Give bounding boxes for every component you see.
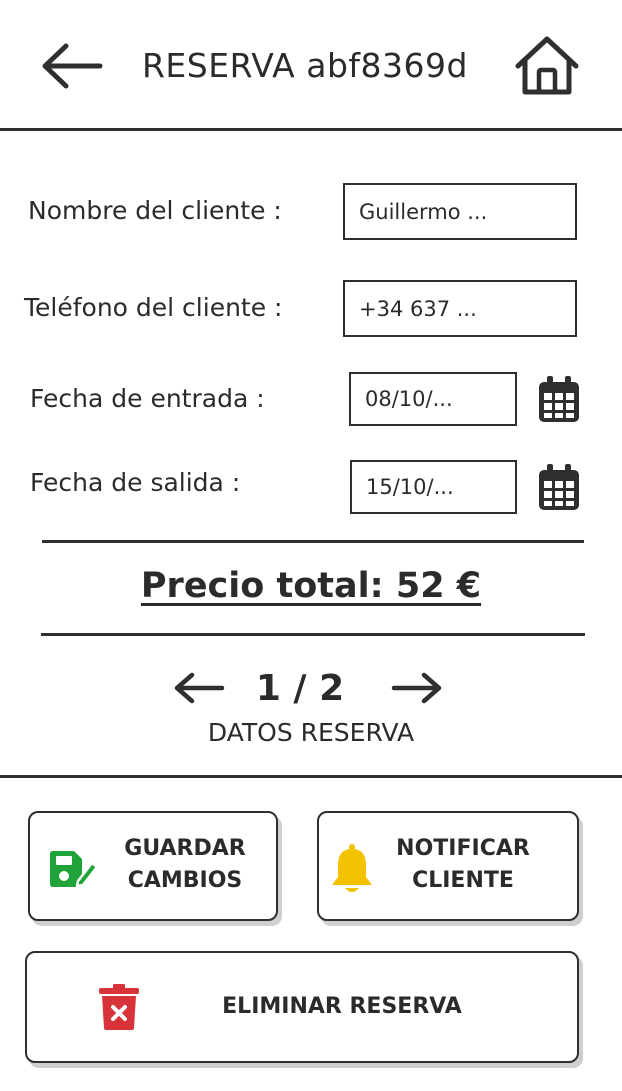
check-out-field[interactable] xyxy=(350,460,517,514)
save-changes-button[interactable]: GUARDAR CAMBIOS xyxy=(28,811,278,921)
pager-indicator: 1 / 2 xyxy=(255,668,345,709)
pager-next-button[interactable] xyxy=(390,670,444,706)
check-in-field[interactable] xyxy=(349,372,517,426)
calendar-icon xyxy=(539,376,579,422)
header-divider xyxy=(0,128,622,131)
total-price-text: Precio total: 52 € xyxy=(140,566,482,606)
client-phone-label: Teléfono del cliente : xyxy=(24,293,283,322)
pager-prev-button[interactable] xyxy=(172,670,226,706)
check-out-calendar-button[interactable] xyxy=(537,462,581,512)
home-icon xyxy=(515,36,579,95)
arrow-right-icon xyxy=(391,672,442,704)
arrow-left-icon xyxy=(174,672,225,704)
page-title: RESERVA abf8369d xyxy=(142,46,468,85)
client-name-field[interactable] xyxy=(343,183,577,240)
total-price: Precio total: 52 € xyxy=(0,566,622,606)
client-name-label: Nombre del cliente : xyxy=(28,196,282,225)
trash-icon xyxy=(99,984,139,1030)
check-in-calendar-button[interactable] xyxy=(537,374,581,424)
bell-icon xyxy=(332,844,372,892)
total-top-divider xyxy=(42,540,584,543)
delete-reservation-label: ELIMINAR RESERVA xyxy=(222,994,462,1019)
save-edit-icon xyxy=(50,851,98,888)
back-button[interactable] xyxy=(38,38,106,94)
delete-reservation-button[interactable]: ELIMINAR RESERVA xyxy=(25,951,579,1063)
save-changes-label: GUARDAR CAMBIOS xyxy=(124,836,246,893)
check-in-input[interactable] xyxy=(365,387,515,411)
pager-section-label: DATOS RESERVA xyxy=(207,718,415,747)
client-phone-field[interactable] xyxy=(343,280,577,337)
arrow-left-icon xyxy=(42,43,103,89)
calendar-icon xyxy=(539,464,579,510)
notify-client-label: NOTIFICAR CLIENTE xyxy=(396,836,530,893)
client-name-input[interactable] xyxy=(359,199,575,224)
notify-client-button[interactable]: NOTIFICAR CLIENTE xyxy=(317,811,579,921)
check-in-label: Fecha de entrada : xyxy=(30,384,265,413)
client-phone-input[interactable] xyxy=(359,296,575,321)
check-out-input[interactable] xyxy=(366,475,515,499)
actions-divider xyxy=(0,775,622,778)
home-button[interactable] xyxy=(512,34,582,98)
check-out-label: Fecha de salida : xyxy=(30,468,241,497)
total-bottom-divider xyxy=(41,633,585,636)
